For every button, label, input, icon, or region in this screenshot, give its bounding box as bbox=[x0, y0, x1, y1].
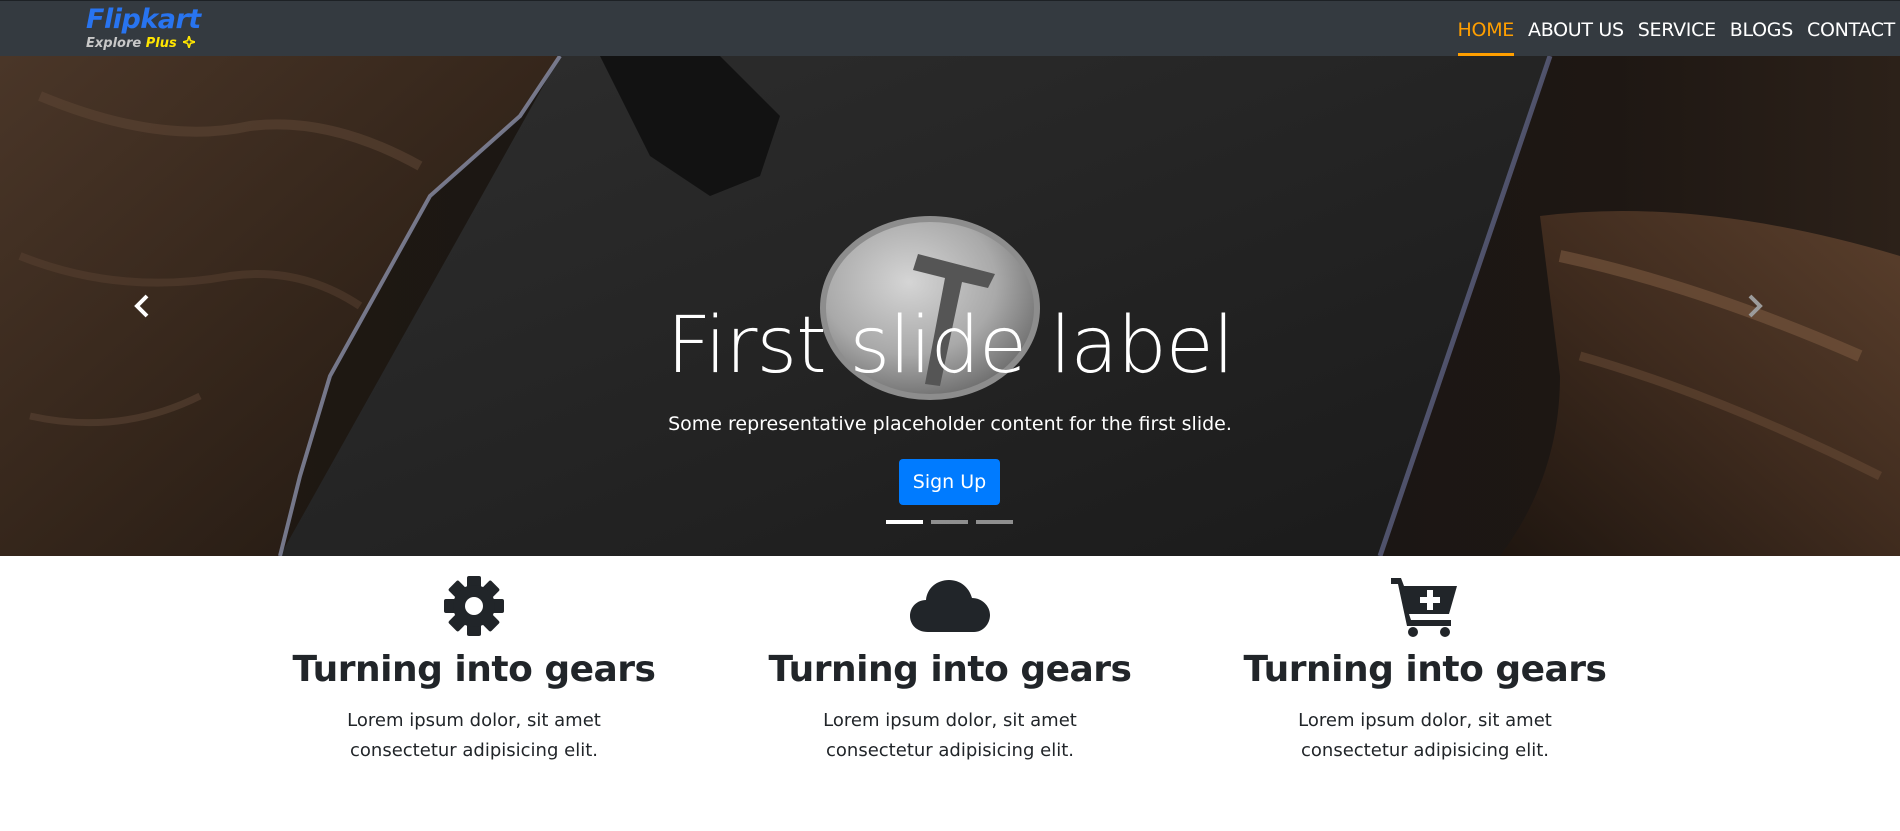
feature-text: Lorem ipsum dolor, sit amet consectetur … bbox=[1298, 710, 1552, 761]
brand-logo[interactable]: Flipkart Explore Plus bbox=[86, 3, 206, 53]
brand-tagline: Explore Plus bbox=[86, 36, 196, 52]
nav-links: HOME ABOUT US SERVICE BLOGS CONTACT bbox=[1444, 1, 1895, 57]
brand-tagline-plus: Plus bbox=[145, 36, 177, 51]
feature-title: Turning into gears bbox=[292, 649, 657, 690]
hero-carousel: First slide label Some representative pl… bbox=[0, 56, 1900, 556]
feature-title: Turning into gears bbox=[768, 649, 1133, 690]
brand-tagline-explore: Explore bbox=[86, 36, 142, 51]
nav-item-service[interactable]: SERVICE bbox=[1638, 1, 1716, 57]
carousel-indicator-3[interactable] bbox=[976, 520, 1013, 524]
navbar: Flipkart Explore Plus HOME ABOUT US SERV… bbox=[0, 0, 1900, 57]
cloud-icon bbox=[910, 580, 990, 632]
cart-plus-icon bbox=[1391, 578, 1457, 637]
feature-title: Turning into gears bbox=[1243, 649, 1608, 690]
carousel-indicator-2[interactable] bbox=[931, 520, 968, 524]
brand-name: Flipkart bbox=[86, 4, 201, 35]
carousel-title: First slide label bbox=[666, 301, 1235, 391]
carousel-text: Some representative placeholder content … bbox=[668, 413, 1232, 435]
nav-item-about-us[interactable]: ABOUT US bbox=[1528, 1, 1624, 57]
feature-text: Lorem ipsum dolor, sit amet consectetur … bbox=[347, 710, 601, 761]
sign-up-button[interactable]: Sign Up bbox=[899, 459, 1000, 505]
nav-item-contact[interactable]: CONTACT bbox=[1807, 1, 1895, 57]
carousel-prev-button[interactable] bbox=[92, 56, 192, 556]
plus-sparkle-icon bbox=[183, 36, 196, 48]
gear-icon bbox=[444, 576, 504, 636]
nav-item-blogs[interactable]: BLOGS bbox=[1730, 1, 1793, 57]
carousel-indicator-1[interactable] bbox=[886, 520, 923, 524]
feature-text: Lorem ipsum dolor, sit amet consectetur … bbox=[823, 710, 1077, 761]
nav-item-home[interactable]: HOME bbox=[1457, 1, 1515, 57]
carousel-caption: First slide label Some representative pl… bbox=[0, 56, 1900, 556]
chevron-right-icon bbox=[1748, 294, 1763, 318]
carousel-next-button[interactable] bbox=[1705, 56, 1805, 556]
chevron-left-icon bbox=[134, 294, 149, 318]
features-section: Turning into gears Lorem ipsum dolor, si… bbox=[0, 556, 1900, 831]
carousel-indicators bbox=[886, 520, 1021, 524]
